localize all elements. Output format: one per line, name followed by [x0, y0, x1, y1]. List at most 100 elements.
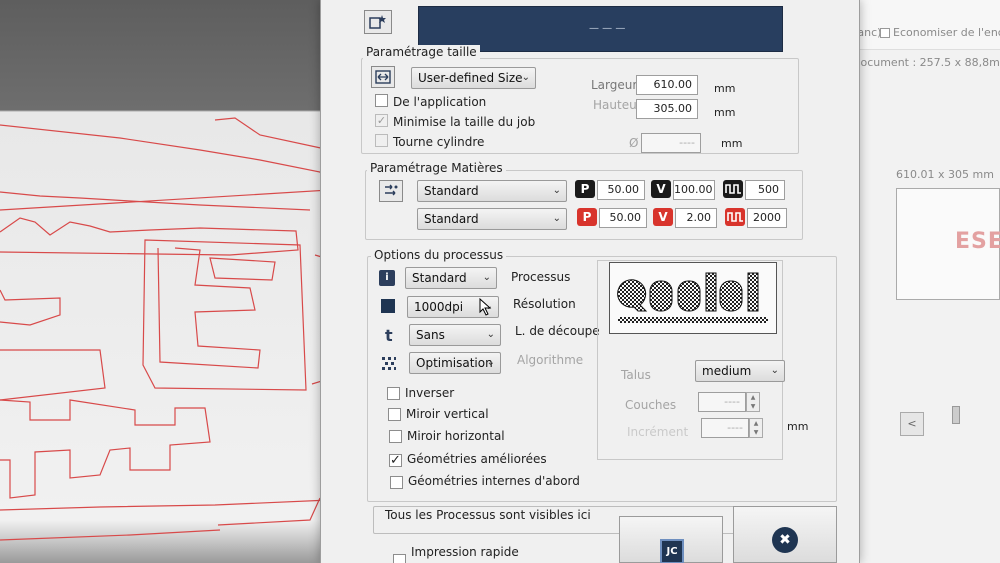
- talus-label: Talus: [621, 368, 651, 382]
- width-label: Largeur: [591, 78, 638, 92]
- speed-input-1[interactable]: 100.00: [673, 180, 715, 200]
- improved-geometry-checkbox[interactable]: ✓: [389, 454, 402, 467]
- cut-line-select[interactable]: Sans ⌄: [409, 324, 501, 346]
- cut-line-t-icon: t: [385, 326, 393, 345]
- ok-icon: JC: [660, 539, 684, 563]
- bg-preview-logo: ESE: [955, 229, 1000, 254]
- frequency-input-2[interactable]: 2000: [747, 208, 787, 228]
- inner-geometry-first-checkbox[interactable]: [390, 476, 403, 489]
- power-input-1[interactable]: 50.00: [597, 180, 645, 200]
- dither-dots-icon: [382, 357, 396, 370]
- cancel-button[interactable]: ✖: [733, 506, 837, 563]
- inner-geometry-first-label: Géométries internes d'abord: [408, 474, 580, 488]
- width-input[interactable]: 610.00: [636, 75, 698, 95]
- frequency-input-1[interactable]: 500: [745, 180, 785, 200]
- process-value: Standard: [412, 271, 467, 285]
- chevron-down-icon: ⌄: [521, 72, 530, 83]
- bg-document-size: Document : 257.5 x 88,8mm: [852, 56, 1000, 69]
- material-preset-select-1[interactable]: Standard ⌄: [417, 180, 567, 202]
- invert-checkbox[interactable]: [387, 387, 400, 400]
- ok-button[interactable]: JC: [619, 516, 723, 563]
- diameter-input[interactable]: ----: [641, 133, 701, 153]
- layers-spinner[interactable]: ▲ ▼: [746, 392, 760, 412]
- process-type-icon: i: [379, 270, 395, 286]
- layers-input[interactable]: ----: [698, 392, 746, 412]
- width-unit: mm: [714, 82, 736, 95]
- print-settings-dialog: — — — Paramétrage taille User-defined Si…: [320, 0, 860, 563]
- chevron-down-icon: ⌄: [486, 357, 495, 368]
- power-badge-1: P: [575, 180, 595, 198]
- algorithm-label: Algorithme: [517, 353, 584, 367]
- diameter-symbol: Ø: [629, 136, 639, 150]
- bg-preview-box: ESE: [896, 188, 1000, 300]
- resolution-value: 1000dpi: [414, 300, 464, 314]
- cut-line-label: L. de découpe: [515, 324, 600, 338]
- algorithm-select[interactable]: Optimisation ⌄: [409, 352, 501, 374]
- height-label: Hauteur: [593, 98, 642, 112]
- cut-line-value: Sans: [416, 328, 445, 342]
- mirror-vertical-checkbox[interactable]: [388, 408, 401, 421]
- banner-text: — — —: [589, 23, 626, 34]
- engraving-preview-image: [617, 272, 768, 323]
- minimize-job-checkbox[interactable]: ✓: [375, 114, 388, 127]
- chevron-down-icon: ⌄: [552, 185, 561, 196]
- invert-label: Inverser: [405, 386, 455, 400]
- from-app-checkbox[interactable]: [375, 94, 388, 107]
- increment-spinner[interactable]: ▲ ▼: [749, 418, 763, 438]
- mirror-horizontal-label: Miroir horizontal: [407, 429, 505, 443]
- check-mark-icon: ✓: [376, 114, 387, 127]
- frequency-wave-icon-2: [725, 208, 745, 226]
- layers-label: Couches: [625, 398, 677, 412]
- cut-design-drawing: [0, 117, 331, 541]
- power-badge-2: P: [577, 208, 597, 226]
- increment-label: Incrément: [627, 425, 689, 439]
- size-preset-select[interactable]: User-defined Size ⌄: [411, 67, 536, 89]
- all-processes-label: Tous les Processus sont visibles ici: [385, 508, 591, 522]
- quick-print-checkbox[interactable]: [393, 554, 406, 563]
- chevron-down-icon: ⌄: [482, 272, 491, 283]
- bg-nav-button[interactable]: <: [900, 412, 924, 436]
- bg-save-ink-label: Economiser de l'encre: [893, 26, 1000, 39]
- power-input-2[interactable]: 50.00: [599, 208, 647, 228]
- material-preset-value-1: Standard: [424, 184, 479, 198]
- from-app-label: De l'application: [393, 95, 487, 109]
- material-preset-select-2[interactable]: Standard ⌄: [417, 208, 567, 230]
- speed-input-2[interactable]: 2.00: [675, 208, 717, 228]
- increment-input[interactable]: ----: [701, 418, 749, 438]
- talus-select[interactable]: medium ⌄: [695, 360, 785, 382]
- height-input[interactable]: 305.00: [636, 99, 698, 119]
- resize-icon[interactable]: [371, 66, 395, 88]
- speed-badge-1: V: [651, 180, 671, 198]
- increment-unit: mm: [787, 420, 809, 433]
- mirror-horizontal-checkbox[interactable]: [389, 430, 402, 443]
- diameter-unit: mm: [721, 137, 743, 150]
- bg-slider-handle[interactable]: [952, 406, 960, 424]
- chevron-down-icon: ⌄: [486, 329, 495, 340]
- bg-save-ink-checkbox[interactable]: [880, 28, 890, 38]
- frequency-wave-icon-1: [723, 180, 743, 198]
- rotary-cylinder-checkbox[interactable]: [375, 134, 388, 147]
- algorithm-value: Optimisation: [416, 356, 493, 370]
- height-unit: mm: [714, 106, 736, 119]
- chevron-down-icon: ⌄: [552, 213, 561, 224]
- chevron-down-icon: ⌄: [770, 365, 779, 376]
- quick-print-label: Impression rapide: [411, 545, 519, 559]
- improved-geometry-label: Géométries améliorées: [407, 452, 547, 466]
- process-options-title: Options du processus: [371, 248, 507, 262]
- process-label: Processus: [511, 270, 571, 284]
- material-settings-icon[interactable]: [379, 180, 403, 202]
- material-preset-value-2: Standard: [424, 212, 479, 226]
- process-select[interactable]: Standard ⌄: [405, 267, 497, 289]
- size-settings-title: Paramétrage taille: [363, 45, 480, 59]
- design-canvas[interactable]: [0, 0, 340, 563]
- rotary-cylinder-label: Tourne cylindre: [393, 135, 485, 149]
- minimize-job-label: Minimise la taille du job: [393, 115, 536, 129]
- mouse-cursor-icon: [479, 298, 492, 316]
- resolution-square-icon: [381, 299, 395, 313]
- engraving-preview: [609, 262, 777, 334]
- talus-value: medium: [702, 364, 752, 378]
- close-icon: ✖: [772, 527, 798, 553]
- magic-wand-icon[interactable]: [364, 10, 392, 34]
- check-mark-icon: ✓: [390, 453, 401, 468]
- size-preset-value: User-defined Size: [418, 71, 523, 85]
